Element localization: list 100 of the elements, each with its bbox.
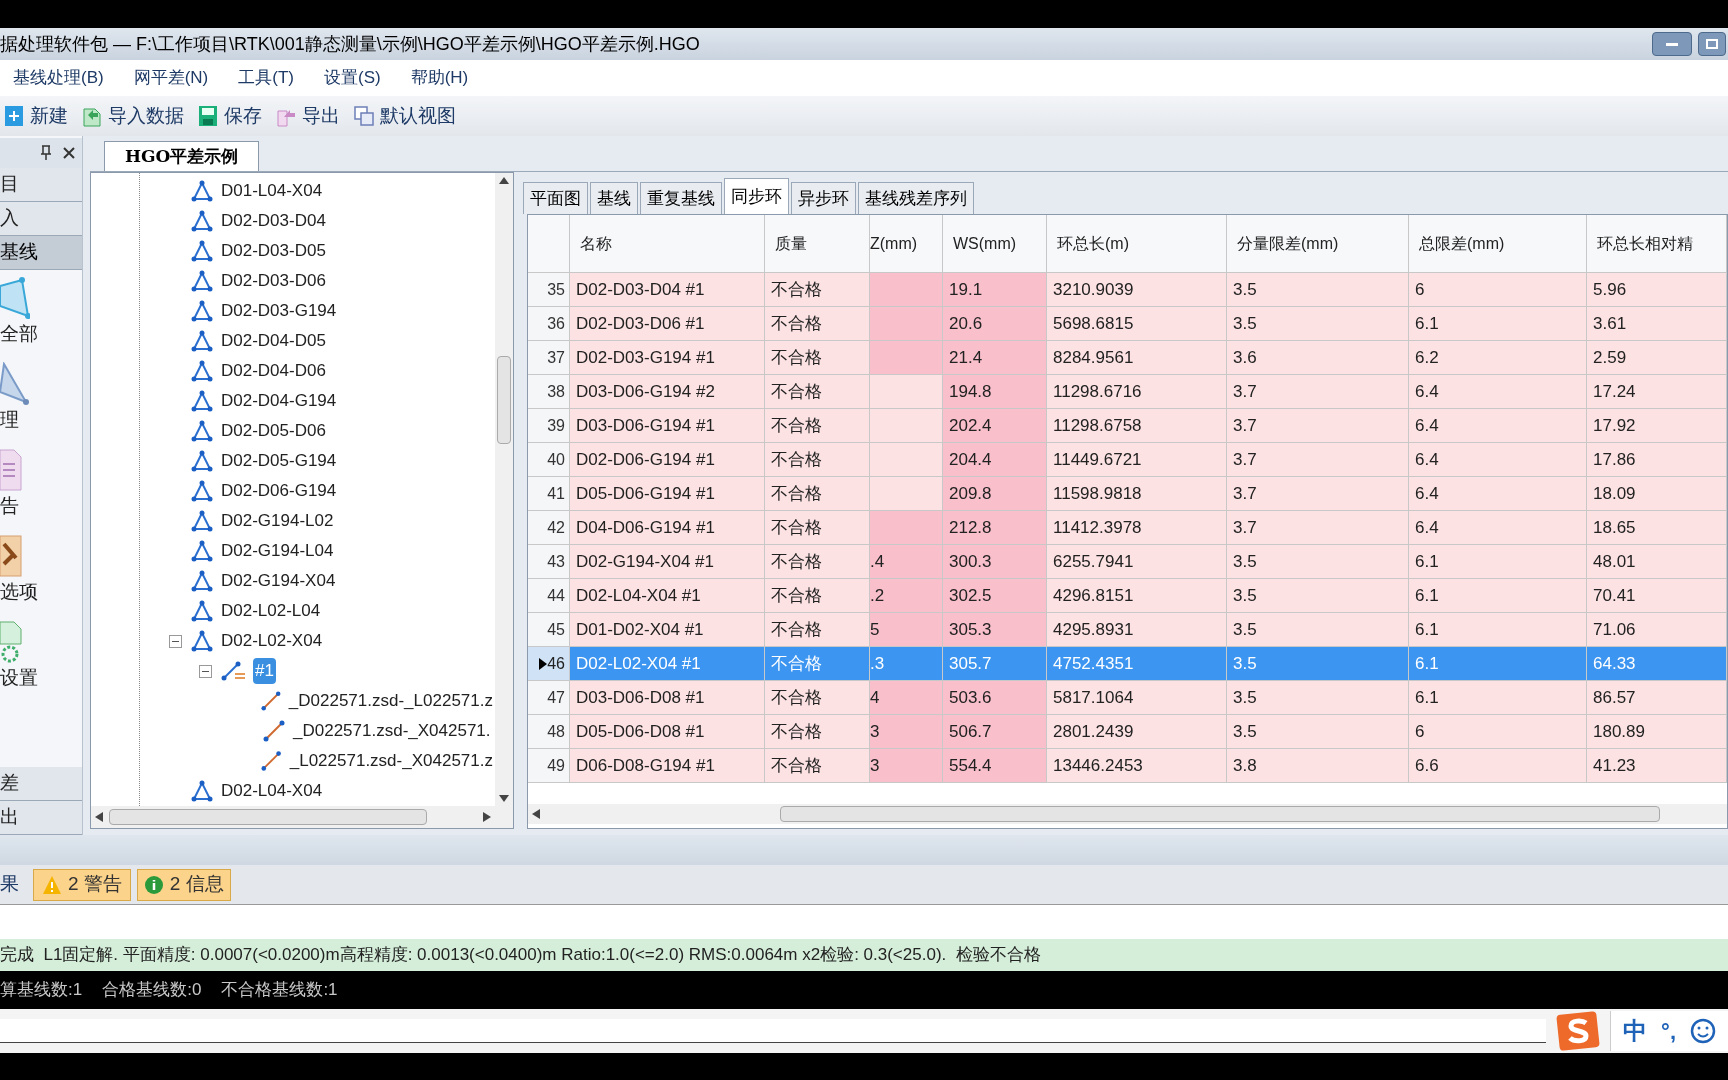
panel-tool[interactable]: 选项 [0,528,82,614]
row-header[interactable]: 40 [528,443,570,476]
tab[interactable]: 基线残差序列 [858,182,974,214]
output-tab[interactable]: 2 信息 [136,868,231,901]
table-row[interactable]: 41 D05-D06-G194 #1 不合格 209.8 11598.9818 3.7 6.4 18.09 [528,477,1727,511]
table-row[interactable]: 47 D03-D06-D08 #1 不合格 4 503.6 5817.1064 3.5 6.1 86.57 [528,681,1727,715]
tree-item[interactable]: D02-D03-D06 [219,268,328,294]
table-row[interactable]: 39 D03-D06-G194 #1 不合格 202.4 11298.6758 3.7 6.4 17.92 [528,409,1727,443]
panel-section[interactable]: 目 [0,168,82,202]
scroll-right-icon[interactable] [483,812,491,822]
table-row[interactable]: 40 D02-D06-G194 #1 不合格 204.4 11449.6721 3.7 6.4 17.86 [528,443,1727,477]
table-row[interactable]: 43 D02-G194-X04 #1 不合格 .4 300.3 6255.7941 3.5 6.1 48.01 [528,545,1727,579]
document-tab[interactable]: HGO平差示例 [104,141,260,171]
tree-item[interactable]: D02-G194-X04 [219,568,338,594]
toolbar-button[interactable]: 保存 [198,101,262,131]
panel-tool[interactable]: 全部 [0,270,82,356]
tree-item[interactable]: D01-L04-X04 [219,178,325,204]
tree-item[interactable]: _D022571.zsd-_L022571.z [286,688,495,714]
scroll-left-icon[interactable] [95,812,103,822]
toolbar-button[interactable]: 导入数据 [82,101,184,131]
column-header[interactable]: Z(mm) [870,215,943,272]
input-method-logo[interactable] [1556,1011,1601,1051]
panel-tool[interactable]: 设置 [0,614,82,700]
punctuation-mode[interactable]: °, [1661,1014,1676,1048]
tree-item[interactable]: D02-D03-G194 [219,298,339,324]
horizontal-scrollbar[interactable] [91,806,513,828]
tree-item[interactable]: D02-D05-G194 [219,448,339,474]
scroll-up-icon[interactable] [499,177,509,184]
tree-item[interactable]: _D022571.zsd-_X042571. [291,718,493,744]
column-header[interactable]: 环总长(m) [1047,215,1227,272]
output-tab[interactable]: 果 [0,868,27,901]
tree-item[interactable]: D02-L02-L04 [219,598,323,624]
row-header[interactable]: 36 [528,307,570,340]
panel-section[interactable]: 出 [0,801,82,835]
column-header[interactable]: 总限差(mm) [1409,215,1587,272]
row-header[interactable]: 47 [528,681,570,714]
table-row[interactable]: 46 D02-L02-X04 #1 不合格 .3 305.7 4752.4351 3.5 6.1 64.33 [528,647,1727,681]
row-header[interactable]: 43 [528,545,570,578]
column-header[interactable]: 质量 [765,215,870,272]
menu-item[interactable]: 设置(S) [324,65,381,91]
row-header[interactable]: 37 [528,341,570,374]
tree-item[interactable]: D02-D03-D05 [219,238,328,264]
tree-item[interactable]: _L022571.zsd-_X042571.z [287,748,495,774]
close-icon[interactable] [62,146,76,160]
table-row[interactable]: 38 D03-D06-G194 #2 不合格 194.8 11298.6716 3.7 6.4 17.24 [528,375,1727,409]
scroll-down-icon[interactable] [499,795,509,802]
row-header[interactable]: 42 [528,511,570,544]
tree-item[interactable]: D02-D06-G194 [219,478,339,504]
output-tab[interactable]: 2 警告 [33,868,131,901]
menu-item[interactable]: 帮助(H) [410,65,469,91]
tree-item[interactable]: D02-D03-D04 [219,208,328,234]
column-header[interactable]: 环总长相对精 [1587,215,1727,272]
column-header[interactable]: WS(mm) [943,215,1047,272]
minimize-button[interactable] [1652,32,1692,56]
table-row[interactable]: 37 D02-D03-G194 #1 不合格 21.4 8284.9561 3.6 6.2 2.59 [528,341,1727,375]
tab[interactable]: 重复基线 [640,182,722,214]
panel-section[interactable]: 基线 [0,236,82,270]
tree-item[interactable]: D02-D04-D06 [219,358,328,384]
scrollbar-thumb[interactable] [497,355,511,444]
taskbar-field[interactable] [0,1019,1547,1043]
tab[interactable]: 基线 [590,182,638,214]
table-row[interactable]: 35 D02-D03-D04 #1 不合格 19.1 3210.9039 3.5 6 5.96 [528,273,1727,307]
tab[interactable]: 同步环 [724,178,789,214]
table-row[interactable]: 42 D04-D06-G194 #1 不合格 212.8 11412.3978 3.7 6.4 18.65 [528,511,1727,545]
tree-item[interactable]: D02-L02-X04 [219,628,325,654]
menu-item[interactable]: 基线处理(B) [13,65,104,91]
row-header[interactable]: 41 [528,477,570,510]
tree-item[interactable]: D02-D04-G194 [219,388,339,414]
tree-item[interactable]: D02-G194-L04 [219,538,336,564]
toolbar-button[interactable]: 新建 [4,101,68,131]
table-row[interactable]: 48 D05-D06-D08 #1 不合格 3 506.7 2801.2439 3.5 6 180.89 [528,715,1727,749]
tab[interactable]: 异步环 [791,182,856,214]
row-header[interactable]: 46 [528,647,570,680]
panel-section[interactable]: 入 [0,202,82,236]
tree-item[interactable]: D02-D05-D06 [219,418,328,444]
collapse-icon[interactable] [169,634,182,648]
scrollbar-thumb[interactable] [780,806,1660,822]
table-row[interactable]: 44 D02-L04-X04 #1 不合格 .2 302.5 4296.8151 3.5 6.1 70.41 [528,579,1727,613]
scroll-left-icon[interactable] [532,809,540,819]
vertical-scrollbar[interactable] [495,173,513,806]
pin-icon[interactable] [40,145,52,161]
row-header[interactable]: 49 [528,749,570,782]
tree-item[interactable]: D02-L04-X04 [219,778,325,804]
table-row[interactable]: 36 D02-D03-D06 #1 不合格 20.6 5698.6815 3.5 6.1 3.61 [528,307,1727,341]
column-header[interactable]: 分量限差(mm) [1227,215,1409,272]
panel-section[interactable]: 差 [0,767,82,801]
smiley-icon[interactable] [1690,1018,1716,1044]
tab[interactable]: 平面图 [523,182,588,214]
maximize-button[interactable] [1698,32,1726,56]
input-language[interactable]: 中 [1623,1013,1648,1049]
row-header[interactable]: 38 [528,375,570,408]
table-row[interactable]: 49 D06-D08-G194 #1 不合格 3 554.4 13446.2453 3.8 6.6 41.23 [528,749,1727,783]
collapse-icon[interactable] [199,664,212,678]
column-header[interactable]: 名称 [570,215,765,272]
row-header[interactable]: 45 [528,613,570,646]
row-header[interactable]: 48 [528,715,570,748]
menu-item[interactable]: 网平差(N) [133,65,209,91]
row-header[interactable]: 39 [528,409,570,442]
row-header[interactable]: 35 [528,273,570,306]
panel-tool[interactable]: 告 [0,442,82,528]
